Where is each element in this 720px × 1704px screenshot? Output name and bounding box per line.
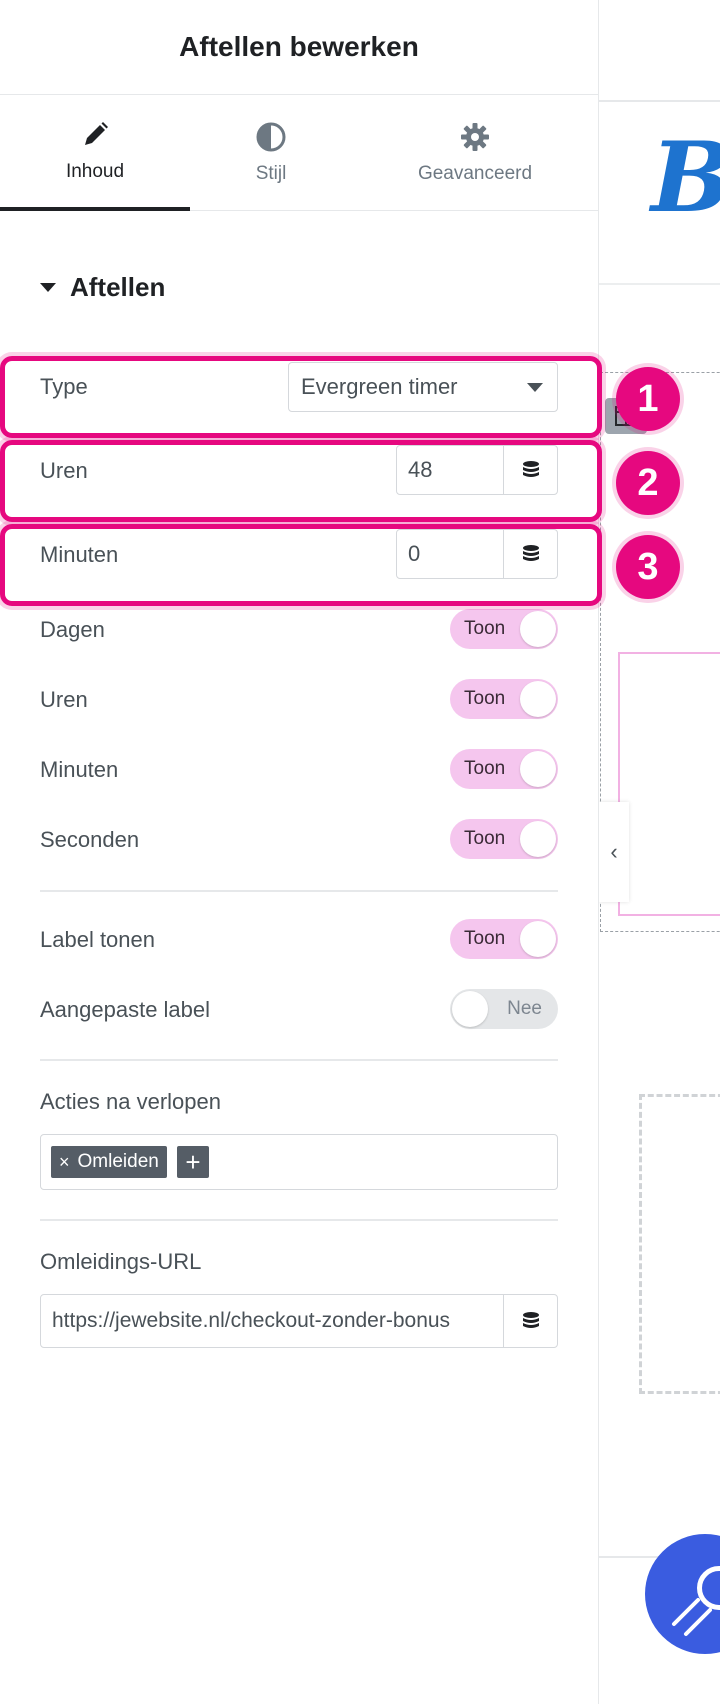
- tab-style[interactable]: Stijl: [190, 95, 352, 211]
- minutes-input-group: 0: [396, 529, 558, 579]
- step-badge: 2: [616, 451, 680, 515]
- field-label: Label tonen: [40, 927, 155, 952]
- field-label: Uren: [40, 458, 88, 483]
- tab-label: Inhoud: [65, 161, 125, 182]
- help-icon: [697, 1566, 720, 1610]
- actions-select[interactable]: × Omleiden +: [40, 1134, 558, 1190]
- tab-label: Stijl: [255, 163, 287, 184]
- canvas-divider: [599, 100, 720, 102]
- section-toggle-countdown[interactable]: Aftellen: [40, 272, 165, 303]
- dynamic-tags-button[interactable]: [504, 530, 557, 578]
- field-label: Acties na verlopen: [40, 1089, 221, 1114]
- hours-input-group: 48: [396, 445, 558, 495]
- dynamic-tags-button[interactable]: [504, 446, 557, 494]
- toggle-knob: [520, 751, 556, 787]
- field-label: Minuten: [40, 757, 119, 782]
- tab-advanced[interactable]: Geavanceerd: [352, 95, 598, 211]
- minutes-input[interactable]: 0: [397, 530, 504, 578]
- brand-logo: B: [651, 130, 720, 226]
- pencil-icon: [85, 122, 108, 145]
- dynamic-tags-button[interactable]: [504, 1295, 557, 1347]
- field-label: Minuten: [40, 542, 119, 567]
- field-label: Dagen: [40, 617, 105, 642]
- toggle-knob: [520, 921, 556, 957]
- database-icon: [522, 545, 539, 561]
- section-title: Aftellen: [70, 272, 166, 302]
- toggle-knob: [520, 821, 556, 857]
- tag-label: Omleiden: [77, 1151, 159, 1172]
- toggle-state: Toon: [464, 758, 506, 779]
- toggle-state: Nee: [507, 998, 542, 1019]
- database-icon: [522, 1312, 539, 1328]
- panel-header: Aftellen bewerken: [0, 0, 598, 95]
- divider: [40, 1059, 558, 1061]
- step-badge: 1: [616, 367, 680, 431]
- type-select-value: Evergreen timer: [301, 374, 458, 399]
- editor-panel: Aftellen bewerken Inhoud Stijl Geavancee…: [0, 0, 598, 1704]
- action-tag-redirect: × Omleiden: [51, 1146, 167, 1178]
- toggle-state: Toon: [464, 828, 506, 849]
- field-label: Aangepaste label: [40, 997, 211, 1022]
- canvas-divider: [599, 283, 720, 285]
- field-label: Seconden: [40, 827, 140, 852]
- toggle-show-days[interactable]: Toon: [450, 609, 558, 649]
- redirect-url-group: https://jewebsite.nl/checkout-zonder-bon…: [40, 1294, 558, 1348]
- toggle-show-seconds[interactable]: Toon: [450, 819, 558, 859]
- preview-canvas: B ‹: [598, 0, 720, 1704]
- remove-tag-icon[interactable]: ×: [59, 1152, 70, 1173]
- help-button[interactable]: [645, 1534, 720, 1654]
- collapse-panel-button[interactable]: ‹: [599, 802, 629, 902]
- field-label: Type: [40, 374, 88, 399]
- toggle-state: Toon: [464, 618, 506, 639]
- divider: [40, 890, 558, 892]
- toggle-show-hours[interactable]: Toon: [450, 679, 558, 719]
- gear-icon: [461, 123, 489, 151]
- add-action-button[interactable]: +: [177, 1146, 209, 1178]
- toggle-state: Toon: [464, 928, 506, 949]
- field-label: Omleidings-URL: [40, 1249, 202, 1274]
- caret-down-icon: [40, 283, 56, 292]
- toggle-show-label[interactable]: Toon: [450, 919, 558, 959]
- toggle-show-minutes[interactable]: Toon: [450, 749, 558, 789]
- toggle-custom-label[interactable]: Nee: [450, 989, 558, 1029]
- toggle-knob: [520, 611, 556, 647]
- chevron-left-icon: ‹: [610, 839, 618, 864]
- type-select[interactable]: Evergreen timer: [288, 362, 558, 412]
- hours-input[interactable]: 48: [397, 446, 504, 494]
- caret-down-icon: [527, 383, 543, 392]
- panel-tabs: Inhoud Stijl Geavanceerd: [0, 95, 598, 211]
- plus-icon: +: [185, 1146, 201, 1177]
- tab-content[interactable]: Inhoud: [0, 95, 190, 211]
- panel-title: Aftellen bewerken: [179, 31, 419, 62]
- drop-zone[interactable]: [639, 1094, 720, 1394]
- countdown-widget-frame[interactable]: [618, 652, 720, 916]
- toggle-knob: [520, 681, 556, 717]
- database-icon: [522, 461, 539, 477]
- toggle-state: Toon: [464, 688, 506, 709]
- contrast-icon: [256, 122, 286, 152]
- redirect-url-input[interactable]: https://jewebsite.nl/checkout-zonder-bon…: [41, 1295, 504, 1347]
- step-badge: 3: [616, 535, 680, 599]
- tab-label: Geavanceerd: [417, 163, 533, 184]
- field-label: Uren: [40, 687, 88, 712]
- divider: [40, 1219, 558, 1221]
- toggle-knob: [452, 991, 488, 1027]
